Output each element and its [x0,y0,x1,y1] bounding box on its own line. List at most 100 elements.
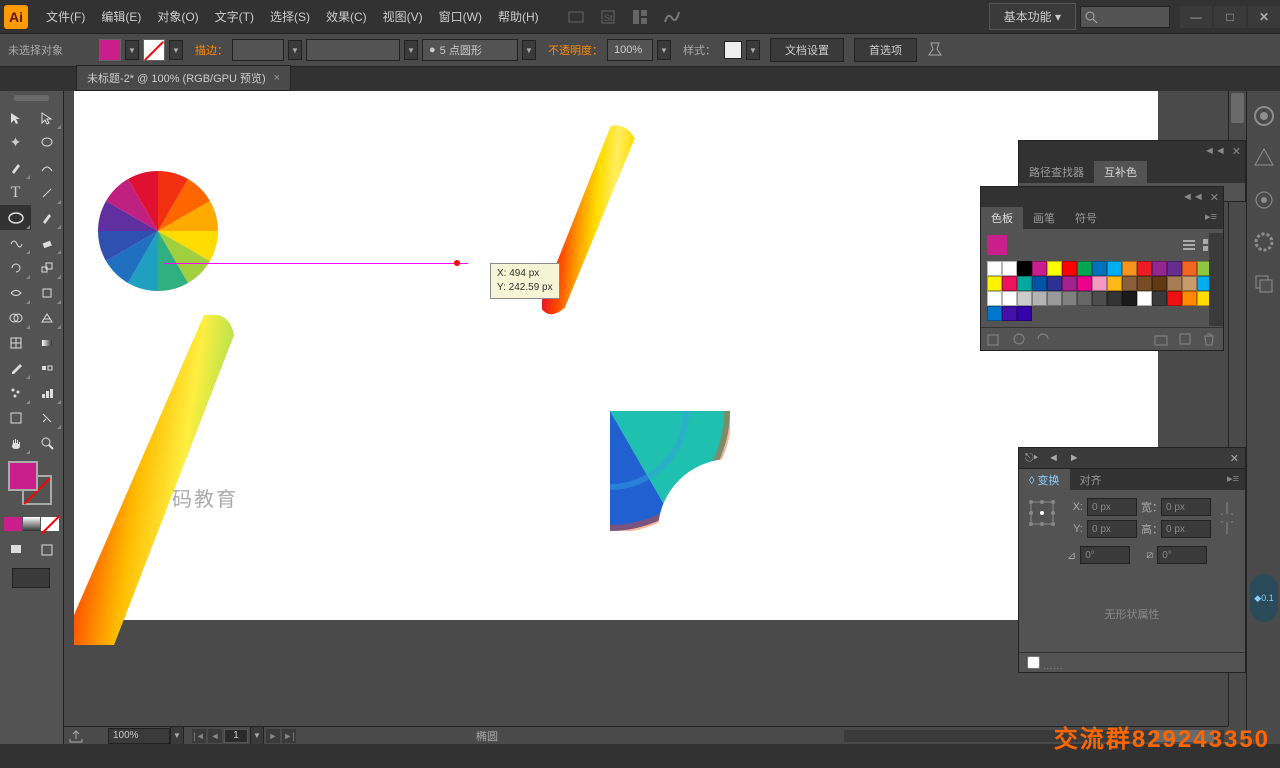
scale-tool[interactable] [31,255,62,280]
swatch-cell[interactable] [1152,261,1167,276]
swatch-collapse-icon[interactable]: ◄◄ [1182,191,1204,203]
swatch-cell[interactable] [1047,291,1062,306]
first-page[interactable]: |◄ [192,729,206,743]
properties-icon[interactable] [1253,189,1275,211]
lib-next[interactable]: ► [1069,452,1080,464]
scale-corners-checkbox[interactable] [1027,656,1040,669]
swatch-cell[interactable] [1122,291,1137,306]
swatch-cell[interactable] [1002,276,1017,291]
swatch-cell[interactable] [1077,261,1092,276]
next-page[interactable]: ► [266,729,280,743]
width-tool[interactable] [0,280,31,305]
none-mode-button[interactable] [41,517,59,531]
stroke-weight-input[interactable] [232,39,284,61]
lib-prev[interactable]: ◄ [1048,452,1059,464]
artboard[interactable]: 码教育 [74,91,1158,620]
hand-tool[interactable] [0,430,31,455]
swatch-cell[interactable] [1077,276,1092,291]
swatch-cell[interactable] [1062,291,1077,306]
gpu-icon[interactable] [663,8,681,26]
y-input[interactable] [1087,520,1137,538]
brushes-tab[interactable]: 画笔 [1023,207,1065,229]
lasso-tool[interactable] [31,130,62,155]
w-input[interactable] [1161,498,1211,516]
reference-point-icon[interactable] [1027,498,1057,528]
swatch-cell[interactable] [1017,306,1032,321]
swatch-options-icon[interactable] [1035,332,1051,346]
swatch-cell[interactable] [1167,261,1182,276]
doc-setup-button[interactable]: 文档设置 [770,38,844,62]
new-swatch-icon[interactable] [1177,332,1193,346]
zoom-input[interactable] [108,728,170,744]
swatch-cell[interactable] [1107,276,1122,291]
workspace-switcher[interactable]: 基本功能 ▾ [989,3,1076,30]
swatch-cell[interactable] [1107,291,1122,306]
zoom-dropdown[interactable]: ▼ [170,726,184,745]
swatch-kind-icon[interactable] [1011,332,1027,346]
document-tab[interactable]: 未标题-2* @ 100% (RGB/GPU 预览) × [76,65,291,91]
free-transform-tool[interactable] [31,280,62,305]
magic-wand-tool[interactable]: ✦ [0,130,31,155]
menu-window[interactable]: 窗口(W) [431,4,490,29]
swatch-cell[interactable] [1137,261,1152,276]
artboard-tool[interactable] [0,405,31,430]
maximize-button[interactable]: □ [1214,6,1246,28]
swatch-cell[interactable] [1137,291,1152,306]
list-view-icon[interactable] [1181,237,1197,253]
symbols-tab[interactable]: 符号 [1065,207,1107,229]
pathfinder-tab[interactable]: 路径查找器 [1019,161,1094,183]
line-tool[interactable] [31,180,62,205]
swatch-cell[interactable] [1167,291,1182,306]
link-wh-icon[interactable] [1221,498,1233,538]
swatch-cell[interactable] [987,276,1002,291]
swatch-cell[interactable] [1017,291,1032,306]
color-mode-button[interactable] [4,517,22,531]
zoom-tool[interactable] [31,430,62,455]
bridge-icon[interactable] [567,8,585,26]
brush-dropdown[interactable]: ●5 点圆形 [422,39,518,61]
align-tab[interactable]: 对齐 [1070,469,1112,490]
gradient-mode-button[interactable] [23,517,41,531]
swatch-cell[interactable] [1062,276,1077,291]
menu-object[interactable]: 对象(O) [149,4,206,29]
shear-input[interactable] [1157,546,1207,564]
swatch-cell[interactable] [1002,306,1017,321]
swatch-cell[interactable] [1032,276,1047,291]
swatch-cell[interactable] [1182,276,1197,291]
direct-selection-tool[interactable] [31,105,62,130]
swatches-tab[interactable]: 色板 [981,207,1023,229]
type-tool[interactable]: T [0,180,31,205]
screen-mode-normal[interactable] [0,537,31,562]
draw-mode-button[interactable] [12,568,50,588]
swatch-cell[interactable] [1122,261,1137,276]
delete-swatch-icon[interactable] [1201,332,1217,346]
swatch-close-icon[interactable]: ✕ [1210,191,1219,204]
menu-select[interactable]: 选择(S) [262,4,318,29]
x-input[interactable] [1087,498,1137,516]
current-fill-swatch[interactable] [987,235,1007,255]
stroke-weight-dropdown[interactable]: ▼ [288,40,302,60]
export-icon[interactable] [68,729,84,743]
rotate-input[interactable] [1080,546,1130,564]
eyedropper-tool[interactable] [0,355,31,380]
swatch-cell[interactable] [1002,291,1017,306]
search-input[interactable] [1080,6,1170,28]
swatch-cell[interactable] [1047,261,1062,276]
h-input[interactable] [1161,520,1211,538]
color-guide-icon[interactable] [1253,147,1275,169]
page-input[interactable]: 1 [224,729,248,743]
arrange-icon[interactable] [631,8,649,26]
swatch-cell[interactable] [1107,261,1122,276]
menu-effect[interactable]: 效果(C) [318,4,375,29]
lib-nav-icon[interactable]: ⎋▸ [1025,452,1038,465]
stroke-panel-icon[interactable] [1253,231,1275,253]
tab-close-button[interactable]: × [274,72,280,84]
menu-help[interactable]: 帮助(H) [490,4,547,29]
swatch-cell[interactable] [987,261,1002,276]
swatch-cell[interactable] [1092,291,1107,306]
swatch-libraries-icon[interactable] [987,332,1003,346]
swatch-cell[interactable] [1152,291,1167,306]
color-panel-icon[interactable] [1253,105,1275,127]
swatch-cell[interactable] [1032,261,1047,276]
menu-edit[interactable]: 编辑(E) [93,4,149,29]
